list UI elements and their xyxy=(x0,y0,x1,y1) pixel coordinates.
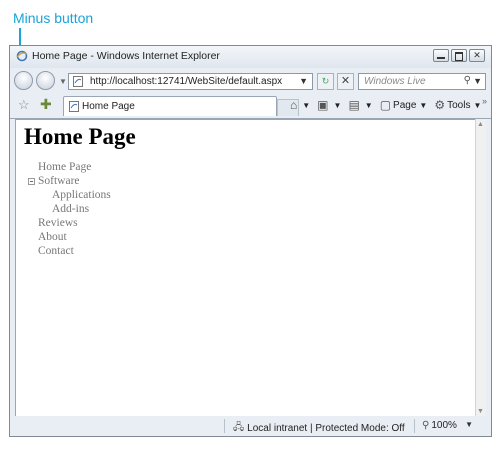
back-button[interactable] xyxy=(14,71,33,90)
menu-item-label: About xyxy=(38,231,67,243)
print-button[interactable]: ▤ ▼ xyxy=(348,98,372,112)
chevron-down-icon: ▼ xyxy=(302,100,311,110)
tools-menu-label: Tools xyxy=(447,99,471,111)
scroll-down-icon[interactable]: ▼ xyxy=(477,408,484,415)
menu-item-software[interactable]: Software xyxy=(16,174,111,188)
tools-icon: ⚙ xyxy=(434,98,446,112)
zoom-icon: ⚲ xyxy=(422,420,430,431)
status-divider xyxy=(224,419,225,433)
menu-item-contact[interactable]: Contact xyxy=(16,244,111,258)
zone-text: Local intranet | Protected Mode: Off xyxy=(247,423,405,434)
feeds-icon: ▣ xyxy=(317,98,329,112)
more-chevron-icon[interactable]: » xyxy=(482,96,487,106)
chevron-down-icon: ▼ xyxy=(473,100,482,110)
menu-item-label: Home Page xyxy=(38,161,92,173)
scroll-up-icon[interactable]: ▲ xyxy=(477,121,484,128)
address-dropdown-icon[interactable]: ▼ xyxy=(299,76,308,86)
zoom-text: 100% xyxy=(431,420,457,431)
maximize-button[interactable] xyxy=(451,49,467,62)
page-icon: ▢ xyxy=(379,98,392,112)
page-menu-label: Page xyxy=(393,99,417,111)
zoom-dropdown-icon[interactable]: ▼ xyxy=(465,420,473,429)
feeds-button[interactable]: ▣ ▼ xyxy=(317,98,341,112)
address-url: http://localhost:12741/WebSite/default.a… xyxy=(90,76,283,87)
tab-row: ☆ ✚ Home Page ⌂ ▼ ▣ ▼ ▤ ▼ ▢ Page ▼ ⚙ Too… xyxy=(10,94,491,119)
menu-item-label: Contact xyxy=(38,245,74,257)
search-options-icon[interactable]: ▼ xyxy=(473,76,482,86)
command-bar: ⌂ ▼ ▣ ▼ ▤ ▼ ▢ Page ▼ ⚙ Tools ▼ xyxy=(290,98,488,112)
search-input[interactable]: Windows Live ⚲ ▼ xyxy=(358,73,486,90)
zoom-level[interactable]: ⚲ 100% xyxy=(422,420,457,431)
tab-label: Home Page xyxy=(82,101,135,112)
tab-home-page[interactable]: Home Page xyxy=(63,96,277,116)
chevron-down-icon: ▼ xyxy=(364,100,373,110)
menu-item-reviews[interactable]: Reviews xyxy=(16,216,111,230)
site-menu: Home Page Software Applications Add-ins … xyxy=(16,160,111,258)
menu-item-label: Reviews xyxy=(38,217,78,229)
menu-item-add-ins[interactable]: Add-ins xyxy=(16,202,111,216)
page-title: Home Page xyxy=(24,124,136,149)
page-icon xyxy=(69,101,79,112)
security-zone[interactable]: 🖧 Local intranet | Protected Mode: Off xyxy=(233,420,405,437)
page-icon xyxy=(73,76,83,87)
print-icon: ▤ xyxy=(348,98,360,112)
home-icon: ⌂ xyxy=(290,98,298,112)
menu-item-home-page[interactable]: Home Page xyxy=(16,160,111,174)
minus-icon[interactable] xyxy=(28,178,35,185)
window-controls: ✕ xyxy=(433,49,485,62)
chevron-down-icon: ▼ xyxy=(419,100,428,110)
page-viewport: Home Page Home Page Software Application… xyxy=(15,119,477,417)
status-divider xyxy=(414,419,415,433)
menu-item-label: Applications xyxy=(52,189,111,201)
vertical-scrollbar[interactable]: ▲ ▼ xyxy=(475,119,486,417)
home-button[interactable]: ⌂ ▼ xyxy=(290,98,310,112)
forward-button[interactable] xyxy=(36,71,55,90)
callout-label: Minus button xyxy=(13,10,94,26)
add-favorite-icon[interactable]: ✚ xyxy=(40,96,52,113)
close-button[interactable]: ✕ xyxy=(469,49,485,62)
address-row: ▼ http://localhost:12741/WebSite/default… xyxy=(10,68,491,94)
minimize-button[interactable] xyxy=(433,49,449,62)
intranet-icon: 🖧 xyxy=(233,422,245,433)
menu-item-label: Software xyxy=(38,175,80,187)
refresh-button[interactable]: ↻ xyxy=(317,73,334,90)
chevron-down-icon: ▼ xyxy=(333,100,342,110)
window-title: Home Page - Windows Internet Explorer xyxy=(32,50,220,62)
tools-menu-button[interactable]: ⚙ Tools ▼ xyxy=(434,98,481,112)
status-bar: 🖧 Local intranet | Protected Mode: Off ⚲… xyxy=(10,416,491,436)
search-placeholder: Windows Live xyxy=(364,76,426,87)
menu-item-applications[interactable]: Applications xyxy=(16,188,111,202)
menu-item-label: Add-ins xyxy=(52,203,90,215)
history-dropdown-icon[interactable]: ▼ xyxy=(59,77,67,86)
ie-icon xyxy=(16,50,28,62)
page-menu-button[interactable]: ▢ Page ▼ xyxy=(380,98,428,112)
stop-button[interactable]: ✕ xyxy=(337,73,354,90)
browser-window: Home Page - Windows Internet Explorer ✕ … xyxy=(9,45,492,437)
menu-item-about[interactable]: About xyxy=(16,230,111,244)
title-bar: Home Page - Windows Internet Explorer ✕ xyxy=(10,46,491,68)
favorites-star-icon[interactable]: ☆ xyxy=(18,97,30,113)
address-bar[interactable]: http://localhost:12741/WebSite/default.a… xyxy=(68,73,313,90)
search-icon[interactable]: ⚲ xyxy=(464,75,471,86)
